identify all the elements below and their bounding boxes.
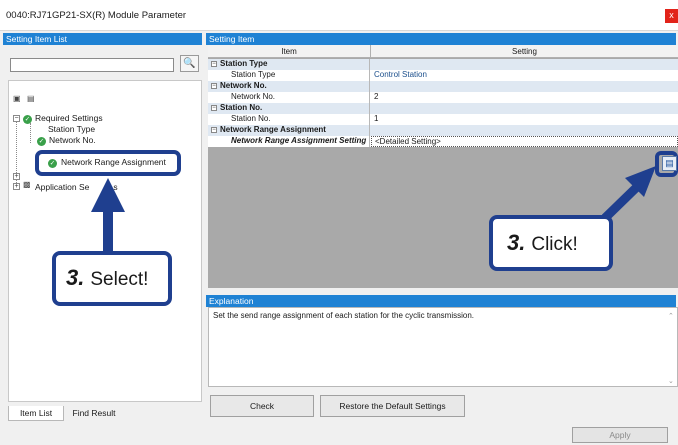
row-setting [371,59,678,70]
row-item: Network No. [208,81,370,92]
row-item: Station No. [208,103,370,114]
table-row[interactable]: − Network Range Assignment [208,125,678,136]
tree-line [30,123,31,143]
callout-step-number: 3. [507,230,526,255]
callout-step-number: 3. [66,265,85,290]
explanation-header: Explanation [206,295,676,307]
tab-item-list[interactable]: Item List [8,406,64,421]
callout-text: Select! [90,269,149,290]
check-button[interactable]: Check [210,395,314,417]
row-item: Network Range Assignment [208,125,370,136]
detail-setting-icon[interactable]: ▤ [662,156,677,171]
restore-default-button[interactable]: Restore the Default Settings [320,395,465,417]
row-setting [371,125,678,136]
tree-item-network-no[interactable]: Network No. [49,135,96,145]
binoculars-icon[interactable]: 🔍 [180,55,199,72]
table-row[interactable]: − Station Type [208,59,678,70]
row-item: Station Type [208,70,370,81]
apply-button[interactable]: Apply [572,427,668,443]
row-setting [371,103,678,114]
select-callout: 3. Select! [52,251,172,306]
expand-toggle[interactable]: + [13,173,20,180]
table-row[interactable]: Station No. 1 [208,114,678,125]
table-row[interactable]: Network No. 2 [208,92,678,103]
check-icon: ✓ [48,159,57,168]
tab-find-result[interactable]: Find Result [66,406,122,421]
check-icon: ✓ [23,115,32,124]
collapse-toggle[interactable]: − [13,115,20,122]
column-header-setting[interactable]: Setting [371,45,678,58]
title-bar: 0040:RJ71GP21-SX(R) Module Parameter x [0,0,678,31]
column-header-item[interactable]: Item [208,45,371,58]
scroll-down-icon[interactable]: ⌄ [668,377,674,385]
callout-text: Click! [531,234,578,255]
search-input[interactable] [10,58,174,72]
click-callout: 3. Click! [489,215,613,271]
tree-item-required-settings[interactable]: Required Settings [35,113,103,123]
expand-toggle[interactable]: + [13,183,20,190]
row-item: Network Range Assignment Setting [208,136,370,147]
table-row[interactable]: − Station No. [208,103,678,114]
row-setting [371,81,678,92]
detailed-setting-cell[interactable]: <Detailed Setting> [371,136,678,147]
row-item: Network No. [208,92,370,103]
tree-item-network-range-assignment[interactable]: Network Range Assignment [61,157,166,167]
expand-all-icon[interactable]: ▣ [13,94,21,103]
row-setting[interactable]: Control Station [371,70,678,81]
collapse-all-icon[interactable]: ▤ [27,94,35,103]
table-row[interactable]: − Network No. [208,81,678,92]
check-icon: ✓ [37,137,46,146]
scroll-up-icon[interactable]: ⌃ [668,312,674,320]
tree-item-station-type[interactable]: Station Type [48,124,95,134]
setting-tree: ▣ ▤ − ✓ Required Settings Station Type ✓… [8,80,202,402]
tree-item-application-settings[interactable]: Application Se s [35,182,118,192]
explanation-text: Set the send range assignment of each st… [208,307,678,387]
setting-item-header: Setting Item [206,33,676,45]
grid-header: Item Setting [208,45,678,58]
setting-item-list-header: Setting Item List [3,33,202,45]
row-item: Station No. [208,114,370,125]
row-setting[interactable]: 1 [371,114,678,125]
window-title: 0040:RJ71GP21-SX(R) Module Parameter [6,10,187,21]
table-row[interactable]: Station Type Control Station [208,70,678,81]
close-button[interactable]: x [665,9,678,23]
table-row[interactable]: Network Range Assignment Setting <Detail… [208,136,678,147]
row-setting[interactable]: 2 [371,92,678,103]
folder-icon: ▩ [23,180,31,189]
row-item: Station Type [208,59,370,70]
